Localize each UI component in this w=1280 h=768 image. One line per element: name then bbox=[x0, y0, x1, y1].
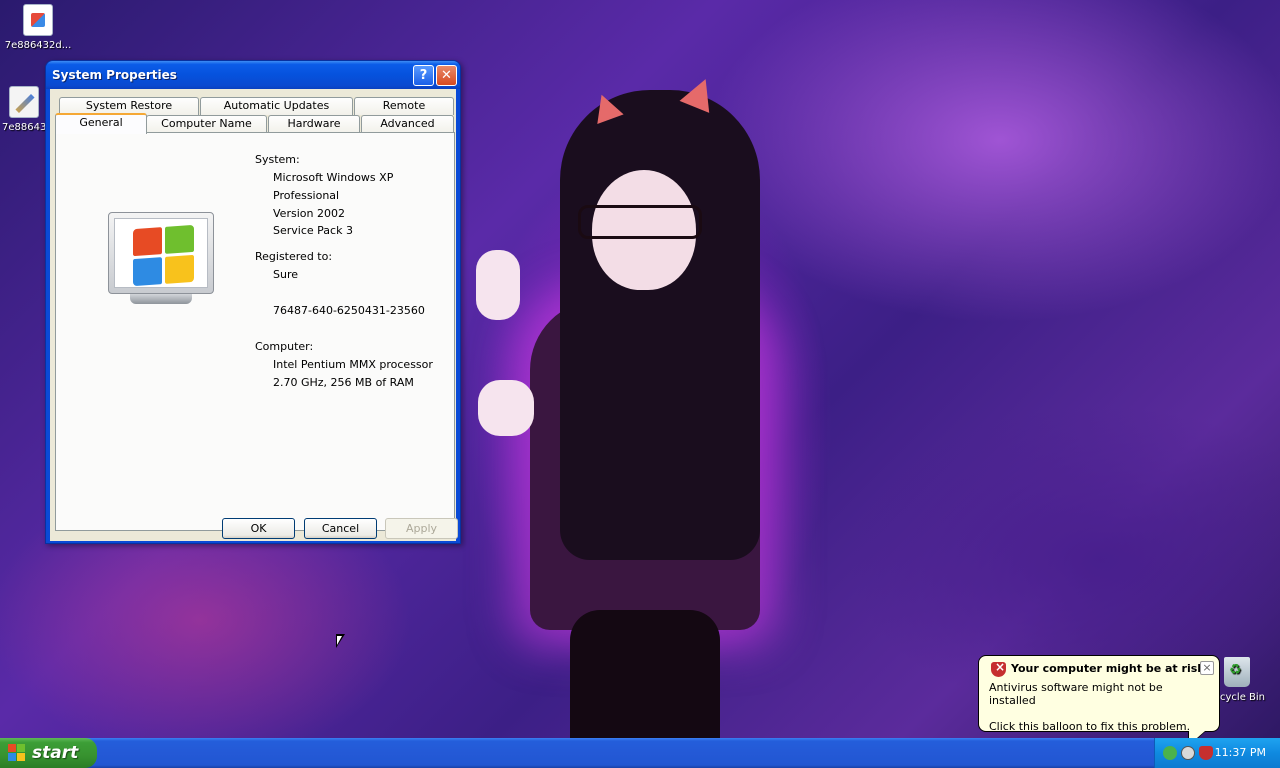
monitor-screen bbox=[114, 218, 208, 288]
system-edition: Professional bbox=[273, 189, 340, 202]
tab-hardware[interactable]: Hardware bbox=[268, 115, 360, 133]
image-file-icon bbox=[23, 4, 53, 36]
ok-button[interactable]: OK bbox=[222, 518, 295, 539]
window-title: System Properties bbox=[52, 68, 177, 82]
balloon-title-row: Your computer might be at risk bbox=[989, 660, 1209, 677]
balloon-message: Antivirus software might not be installe… bbox=[989, 681, 1163, 707]
network-icon[interactable] bbox=[1163, 746, 1177, 760]
start-button[interactable]: start bbox=[0, 738, 97, 768]
desktop-icon-file-1[interactable]: 7e886432d... bbox=[0, 4, 76, 51]
recycle-bin-label: cycle Bin bbox=[1220, 692, 1265, 703]
windows-flag-icon bbox=[133, 224, 195, 287]
wallpaper-figure-hair bbox=[560, 90, 760, 560]
registered-name: Sure bbox=[273, 268, 299, 281]
close-icon: ✕ bbox=[441, 67, 452, 83]
balloon-close-button[interactable]: × bbox=[1200, 661, 1214, 675]
tab-advanced[interactable]: Advanced bbox=[361, 115, 454, 133]
computer-heading: Computer: bbox=[255, 340, 314, 353]
security-center-icon[interactable] bbox=[1199, 746, 1213, 760]
mouse-cursor-icon bbox=[336, 634, 345, 648]
update-icon[interactable] bbox=[1181, 746, 1195, 760]
system-tray: 11:37 PM bbox=[1154, 738, 1280, 768]
system-os-name: Microsoft Windows XP bbox=[273, 171, 394, 184]
security-shield-icon bbox=[991, 660, 1006, 677]
system-service-pack: Service Pack 3 bbox=[273, 224, 353, 237]
desktop-icon-label: 7e886432d... bbox=[4, 40, 72, 51]
tab-computer-name[interactable]: Computer Name bbox=[146, 115, 267, 133]
recycle-bin-icon bbox=[1224, 657, 1250, 687]
registered-heading: Registered to: bbox=[255, 250, 333, 263]
apply-button[interactable]: Apply bbox=[385, 518, 458, 539]
help-button[interactable]: ? bbox=[413, 64, 434, 86]
computer-processor: Intel Pentium MMX processor bbox=[273, 358, 433, 371]
system-heading: System: bbox=[255, 153, 300, 166]
monitor-icon bbox=[108, 212, 214, 294]
cancel-button[interactable]: Cancel bbox=[304, 518, 377, 539]
windows-xp-logo bbox=[108, 212, 214, 306]
wallpaper-figure-body bbox=[530, 300, 760, 630]
product-id: 76487-640-6250431-23560 bbox=[273, 304, 425, 317]
system-version: Version 2002 bbox=[273, 207, 345, 220]
start-label: start bbox=[32, 743, 79, 763]
wallpaper-figure-ear-left bbox=[588, 89, 624, 125]
tab-general[interactable]: General bbox=[55, 113, 147, 134]
tab-automatic-updates[interactable]: Automatic Updates bbox=[200, 97, 353, 115]
question-mark-icon: ? bbox=[419, 67, 428, 83]
balloon-title: Your computer might be at risk bbox=[1011, 662, 1205, 675]
wallpaper-figure-glasses bbox=[578, 205, 702, 239]
windows-flag-icon bbox=[8, 744, 26, 762]
wallpaper-figure-ear-right bbox=[679, 73, 721, 113]
clock[interactable]: 11:37 PM bbox=[1215, 746, 1266, 759]
system-properties-window: System Properties ? ✕ System Restore Aut… bbox=[45, 60, 461, 544]
taskbar: start 11:37 PM bbox=[0, 738, 1280, 768]
general-tab-panel bbox=[55, 132, 455, 531]
computer-speed-ram: 2.70 GHz, 256 MB of RAM bbox=[273, 376, 414, 389]
desktop-icon-file-2[interactable]: 7e88643 bbox=[0, 86, 48, 133]
monitor-stand bbox=[130, 294, 192, 304]
wallpaper-figure-face bbox=[592, 170, 696, 290]
paint-file-icon bbox=[9, 86, 39, 118]
tab-remote[interactable]: Remote bbox=[354, 97, 454, 115]
wallpaper-figure-hand bbox=[476, 250, 520, 320]
wallpaper-figure-legs bbox=[570, 610, 720, 738]
wallpaper-figure-hand-2 bbox=[478, 380, 534, 436]
title-bar[interactable]: System Properties ? ✕ bbox=[46, 61, 460, 89]
security-alert-balloon[interactable]: Your computer might be at risk × Antivir… bbox=[978, 655, 1220, 747]
desktop-icon-label: 7e88643 bbox=[2, 122, 47, 133]
close-button[interactable]: ✕ bbox=[436, 64, 457, 86]
window-client-area: System Restore Automatic Updates Remote … bbox=[50, 89, 458, 541]
balloon-instruction: Click this balloon to fix this problem. bbox=[989, 720, 1191, 733]
desktop-icon-recycle-bin[interactable]: cycle Bin bbox=[1220, 657, 1280, 703]
